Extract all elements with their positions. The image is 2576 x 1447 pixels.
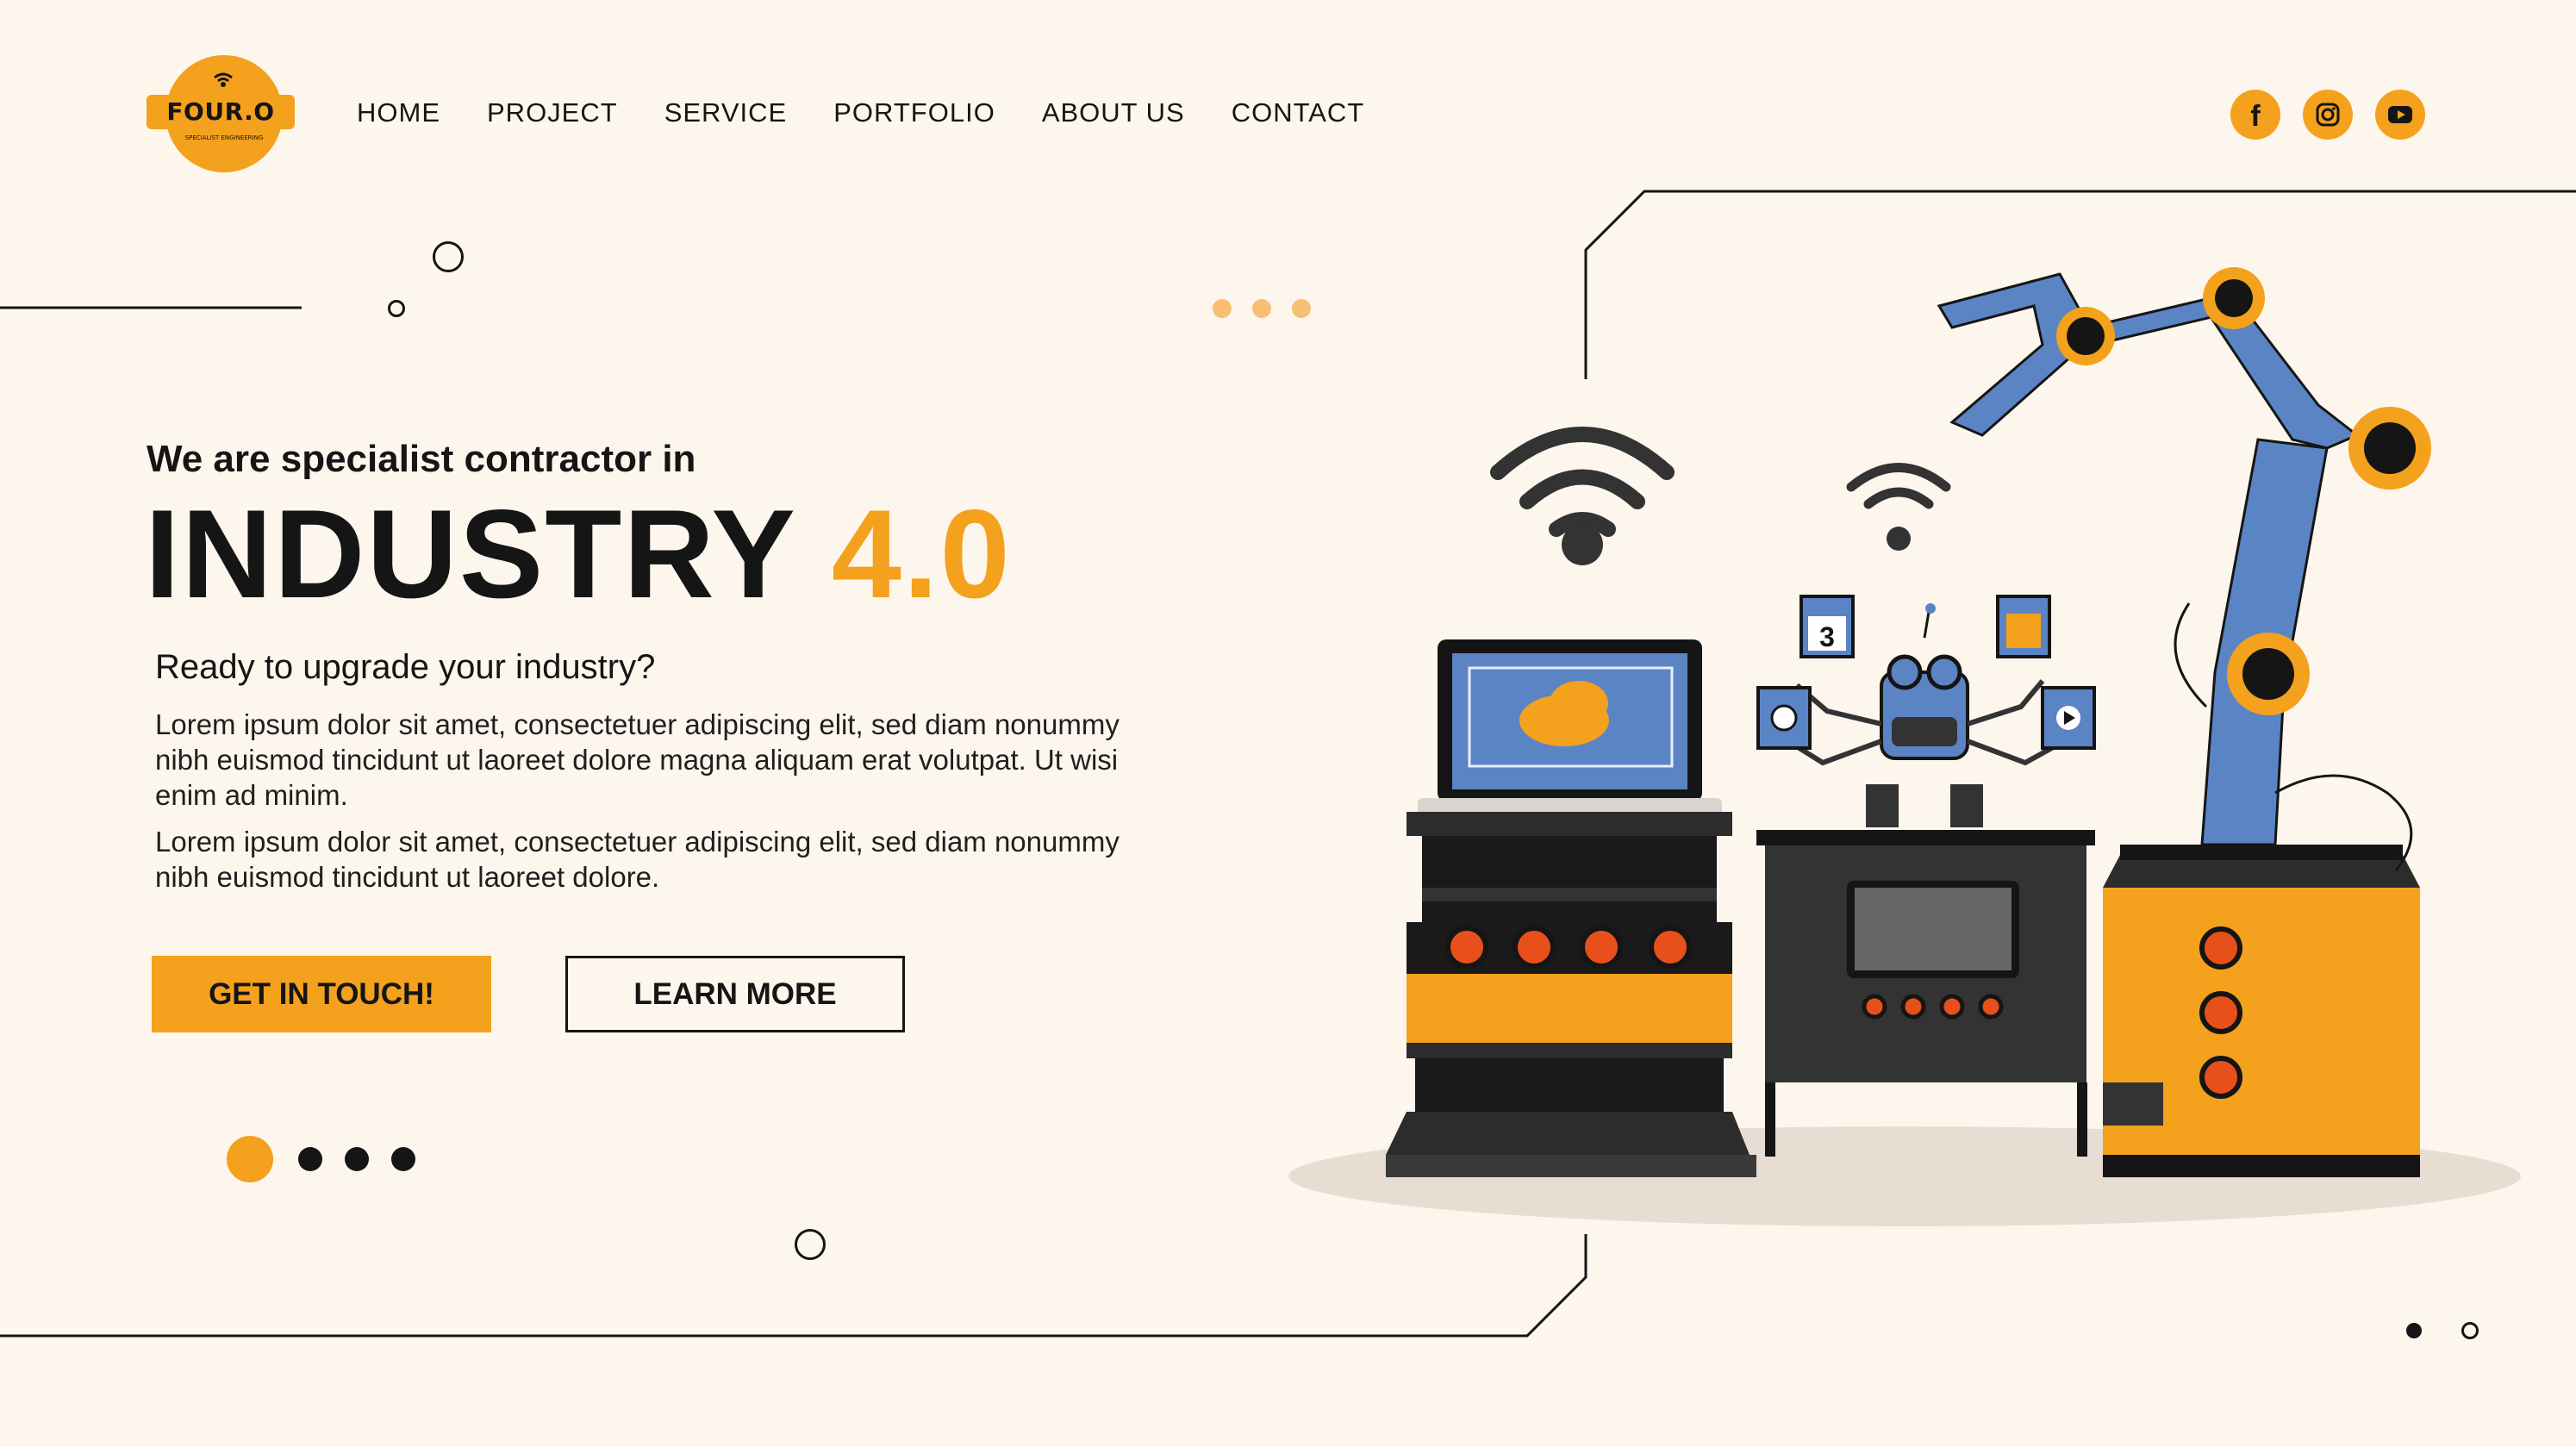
logo-tagline: SPECIALIST ENGINEERING [184,134,264,141]
calendar-date: 3 [1819,621,1835,652]
instagram-button[interactable] [2303,90,2353,140]
robot: 3 [1756,595,2096,827]
decor-dot-orange [1252,299,1271,318]
carousel-dot-active[interactable] [227,1136,273,1182]
wifi-icon [1490,427,1675,537]
control-machine [1386,812,1756,1177]
logo-name: FOUR.O [166,97,275,126]
wifi-icon [214,72,233,87]
brand-logo[interactable]: FOUR.O SPECIALIST ENGINEERING [147,55,302,176]
nav-home[interactable]: HOME [357,97,440,128]
carousel-dot[interactable] [298,1147,322,1171]
carousel-dot[interactable] [345,1147,369,1171]
decor-ring [388,300,405,317]
facebook-icon: f [2250,100,2261,133]
youtube-icon [2388,106,2412,123]
decor-ring [795,1229,826,1260]
hero-paragraph-1: Lorem ipsum dolor sit amet, consectetuer… [155,708,1120,811]
desk [1756,830,2095,1157]
hero-title-main: INDUSTRY [145,483,795,624]
carousel-dot[interactable] [391,1147,415,1171]
hero-paragraph-2: Lorem ipsum dolor sit amet, consectetuer… [155,826,1120,893]
nav-service[interactable]: SERVICE [664,97,788,128]
nav-project[interactable]: PROJECT [487,97,618,128]
decor-ring [2461,1322,2479,1339]
learn-more-button[interactable]: LEARN MORE [565,956,905,1032]
instagram-icon [2316,103,2340,127]
hero-question: Ready to upgrade your industry? [155,648,656,686]
get-in-touch-button[interactable]: GET IN TOUCH! [152,956,491,1032]
youtube-button[interactable] [2375,90,2425,140]
industry-illustration: 3 [1288,267,2521,1226]
wifi-icon [1846,463,1951,509]
hero-subtitle: We are specialist contractor in [147,438,696,480]
facebook-button[interactable]: f [2230,90,2280,140]
decor-ring [433,241,464,272]
decor-dot-orange [1213,299,1232,318]
nav-contact[interactable]: CONTACT [1232,97,1365,128]
nav-about-us[interactable]: ABOUT US [1042,97,1185,128]
nav-portfolio[interactable]: PORTFOLIO [833,97,995,128]
svg-text:f: f [2250,100,2261,133]
decor-dot [2406,1323,2422,1338]
main-nav: HOME PROJECT SERVICE PORTFOLIO ABOUT US … [357,97,1411,128]
laptop [1418,639,1722,815]
hero-title-accent: 4.0 [831,483,1012,624]
hero-title: INDUSTRY 4.0 [145,491,1012,617]
